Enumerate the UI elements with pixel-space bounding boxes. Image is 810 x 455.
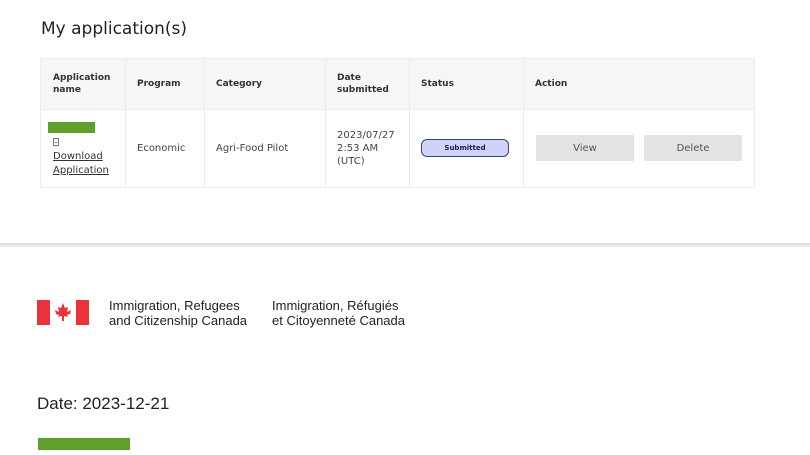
status-badge: Submitted <box>421 139 509 157</box>
header-date-submitted: Date submitted <box>337 73 389 95</box>
org-name-french: Immigration, Réfugiés et Citoyenneté Cana… <box>272 298 405 328</box>
view-button[interactable]: View <box>536 135 634 161</box>
header-action: Action <box>535 79 568 89</box>
applications-panel: My application(s) Application name Progra… <box>0 0 810 243</box>
header-application-name: Application name <box>53 73 111 95</box>
download-application-link[interactable]: Download Application <box>53 150 109 178</box>
applications-table: Application name Program Category Date sub… <box>40 58 755 188</box>
cell-category: Agri-Food Pilot <box>216 142 289 154</box>
header-program: Program <box>137 79 181 89</box>
cell-date-submitted: 2023/07/27 2:53 AM (UTC) <box>337 129 395 167</box>
header-status: Status <box>421 79 454 89</box>
letter-date: Date: 2023-12-21 <box>37 394 170 413</box>
redacted-recipient <box>38 438 130 450</box>
letter-panel <box>0 247 810 455</box>
canada-flag-icon <box>37 300 89 325</box>
cell-program: Economic <box>137 142 186 154</box>
page-title: My application(s) <box>41 19 188 39</box>
org-name-english: Immigration, Refugees and Citizenship Can… <box>109 298 248 328</box>
delete-button[interactable]: Delete <box>644 135 742 161</box>
header-category: Category <box>216 79 263 89</box>
redacted-application-name <box>48 122 95 133</box>
document-icon <box>53 138 59 146</box>
